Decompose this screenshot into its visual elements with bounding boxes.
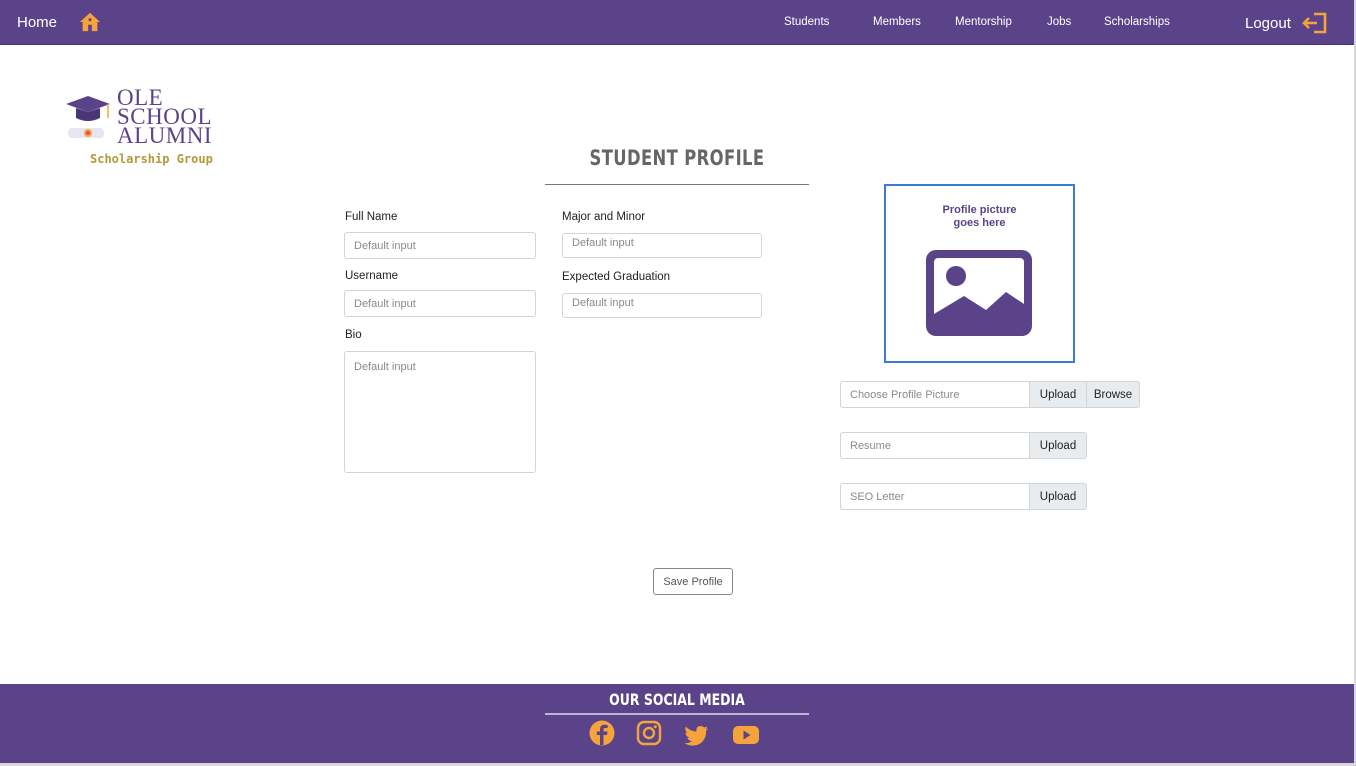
footer-divider (545, 713, 809, 715)
seo-letter-upload-button[interactable]: Upload (1029, 483, 1087, 510)
profile-picture-upload-button[interactable]: Upload (1029, 381, 1087, 408)
footer: OUR SOCIAL MEDIA (0, 684, 1354, 763)
title-divider (545, 184, 809, 185)
footer-title: OUR SOCIAL MEDIA (609, 690, 745, 709)
page-title: STUDENT PROFILE (589, 146, 765, 170)
expected-graduation-label: Expected Graduation (562, 271, 671, 283)
home-link[interactable]: Home (17, 14, 57, 31)
instagram-icon[interactable] (635, 719, 663, 747)
profile-picture-caption: Profile picture goes here (886, 204, 1073, 230)
image-placeholder-icon (926, 250, 1032, 336)
profile-picture-caption-line-1: Profile picture (942, 204, 1017, 216)
top-navbar: Home Students Members Mentorship Jobs Sc… (0, 0, 1354, 45)
logo-subtitle: Scholarship Group (90, 152, 213, 166)
resume-file-input[interactable] (840, 432, 1030, 459)
seo-letter-file-input[interactable] (840, 483, 1030, 510)
facebook-icon[interactable] (588, 719, 616, 747)
save-profile-button[interactable]: Save Profile (653, 568, 733, 595)
full-name-input[interactable] (344, 232, 536, 259)
logo-text-line-3: ALUMNI (117, 123, 212, 148)
expected-graduation-input[interactable] (562, 293, 762, 318)
logout-icon[interactable] (1302, 11, 1328, 35)
major-minor-label: Major and Minor (562, 211, 646, 223)
bio-label: Bio (345, 329, 362, 341)
profile-picture-file-input[interactable] (840, 381, 1030, 408)
youtube-icon[interactable] (732, 721, 760, 749)
nav-scholarships[interactable]: Scholarships (1104, 16, 1170, 28)
username-input[interactable] (344, 290, 536, 317)
full-name-label: Full Name (345, 211, 398, 223)
bio-textarea[interactable] (344, 351, 536, 473)
profile-picture-caption-line-2: goes here (953, 217, 1006, 229)
major-minor-input[interactable] (562, 233, 762, 258)
graduation-cap-icon (66, 96, 110, 138)
profile-picture-browse-button[interactable]: Browse (1086, 381, 1140, 408)
resume-upload-button[interactable]: Upload (1029, 432, 1087, 459)
logout-link[interactable]: Logout (1245, 15, 1291, 32)
nav-students[interactable]: Students (784, 16, 829, 28)
home-icon[interactable] (79, 11, 101, 33)
nav-members[interactable]: Members (873, 16, 921, 28)
nav-jobs[interactable]: Jobs (1047, 16, 1071, 28)
profile-picture-frame: Profile picture goes here (884, 184, 1075, 363)
nav-mentorship[interactable]: Mentorship (955, 16, 1012, 28)
brand-logo[interactable]: OLE SCHOOL ALUMNI Scholarship Group (64, 86, 234, 172)
twitter-icon[interactable] (682, 722, 710, 750)
username-label: Username (345, 270, 399, 282)
